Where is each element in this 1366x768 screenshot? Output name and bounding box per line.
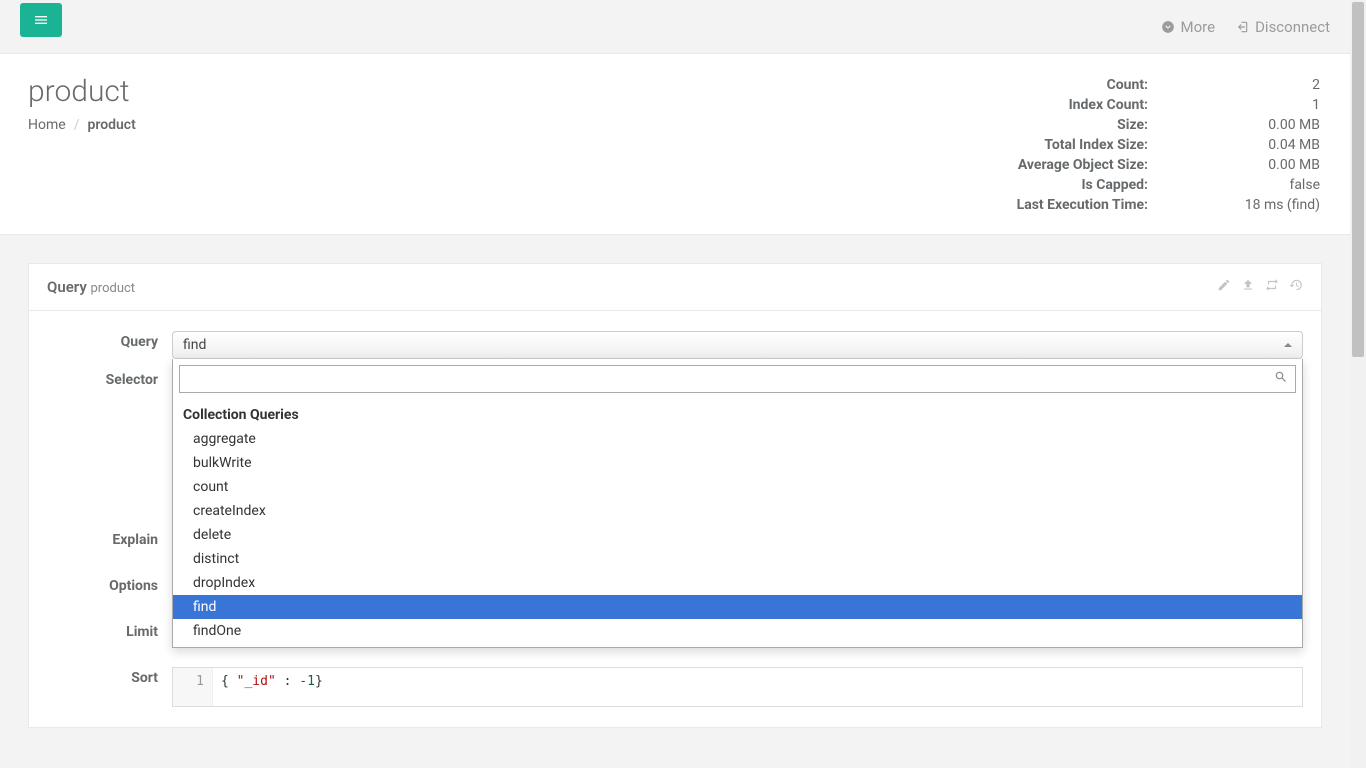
dropdown-item-delete[interactable]: delete — [173, 523, 1302, 547]
code-gutter-line-1: 1 — [173, 668, 213, 706]
stat-value-total-index-size: 0.04 MB — [1240, 136, 1320, 154]
stat-value-size: 0.00 MB — [1240, 116, 1320, 134]
query-select[interactable]: find — [172, 331, 1303, 359]
dropdown-item-findone[interactable]: findOne — [173, 619, 1302, 643]
dropdown-results[interactable]: Collection Queries aggregate bulkWrite c… — [173, 399, 1302, 647]
dropdown-search-input[interactable] — [179, 365, 1296, 393]
stat-value-avg-obj-size: 0.00 MB — [1240, 156, 1320, 174]
dropdown-item-find[interactable]: find — [173, 595, 1302, 619]
stat-label-is-capped: Is Capped: — [1017, 176, 1238, 194]
query-row: Query find Collection Queries aggr — [47, 331, 1303, 359]
stat-value-is-capped: false — [1240, 176, 1320, 194]
dropdown-item-dropindex[interactable]: dropIndex — [173, 571, 1302, 595]
explain-label: Explain — [47, 529, 172, 548]
dropdown-group-header: Collection Queries — [173, 403, 1302, 427]
sort-row: Sort 1 { "_id" : -1} — [47, 667, 1303, 707]
edit-icon[interactable] — [1217, 278, 1231, 296]
code-body[interactable]: { "_id" : -1} — [213, 668, 1302, 706]
breadcrumb: Home / product — [28, 117, 136, 133]
page-header: product Home / product Count:2 Index Cou… — [0, 54, 1350, 235]
page-title: product — [28, 74, 136, 109]
panel-header: Query product — [29, 264, 1321, 311]
stat-label-size: Size: — [1017, 116, 1238, 134]
stat-value-last-exec: 18 ms (find) — [1240, 196, 1320, 214]
stat-label-total-index-size: Total Index Size: — [1017, 136, 1238, 154]
limit-label: Limit — [47, 621, 172, 640]
stat-label-avg-obj-size: Average Object Size: — [1017, 156, 1238, 174]
history-icon[interactable] — [1289, 278, 1303, 296]
sign-out-icon — [1235, 20, 1249, 34]
breadcrumb-home[interactable]: Home — [28, 117, 66, 133]
breadcrumb-active: product — [87, 117, 135, 133]
dropdown-item-createindex[interactable]: createIndex — [173, 499, 1302, 523]
more-link[interactable]: More — [1161, 18, 1216, 36]
query-panel: Query product Query find — [28, 263, 1322, 728]
top-bar: More Disconnect — [0, 0, 1350, 54]
sort-editor[interactable]: 1 { "_id" : -1} — [172, 667, 1303, 707]
disconnect-link[interactable]: Disconnect — [1235, 18, 1330, 36]
query-label: Query — [47, 331, 172, 350]
stat-label-index-count: Index Count: — [1017, 96, 1238, 114]
chevron-up-icon — [1284, 343, 1292, 347]
dropdown-item-bulkwrite[interactable]: bulkWrite — [173, 451, 1302, 475]
scrollbar-thumb[interactable] — [1352, 2, 1364, 357]
query-dropdown: Collection Queries aggregate bulkWrite c… — [172, 359, 1303, 648]
panel-title: Query — [47, 278, 87, 296]
collection-stats: Count:2 Index Count:1 Size:0.00 MB Total… — [1015, 74, 1322, 216]
stat-label-count: Count: — [1017, 76, 1238, 94]
dropdown-item-distinct[interactable]: distinct — [173, 547, 1302, 571]
bars-icon — [33, 12, 49, 28]
dropdown-item-aggregate[interactable]: aggregate — [173, 427, 1302, 451]
sort-label: Sort — [47, 667, 172, 686]
query-selected-value: find — [183, 337, 206, 353]
panel-subtitle: product — [91, 281, 136, 296]
options-label: Options — [47, 575, 172, 594]
stat-label-last-exec: Last Execution Time: — [1017, 196, 1238, 214]
upload-icon[interactable] — [1241, 278, 1255, 296]
dropdown-item-count[interactable]: count — [173, 475, 1302, 499]
search-icon — [1274, 370, 1288, 388]
stat-value-index-count: 1 — [1240, 96, 1320, 114]
chevron-circle-down-icon — [1161, 20, 1175, 34]
stat-value-count: 2 — [1240, 76, 1320, 94]
page-scrollbar[interactable] — [1350, 0, 1366, 768]
exchange-icon[interactable] — [1265, 278, 1279, 296]
more-label: More — [1181, 18, 1216, 36]
breadcrumb-separator: / — [74, 117, 80, 133]
selector-label: Selector — [47, 369, 172, 388]
sidebar-toggle-button[interactable] — [20, 3, 62, 37]
disconnect-label: Disconnect — [1255, 18, 1330, 36]
